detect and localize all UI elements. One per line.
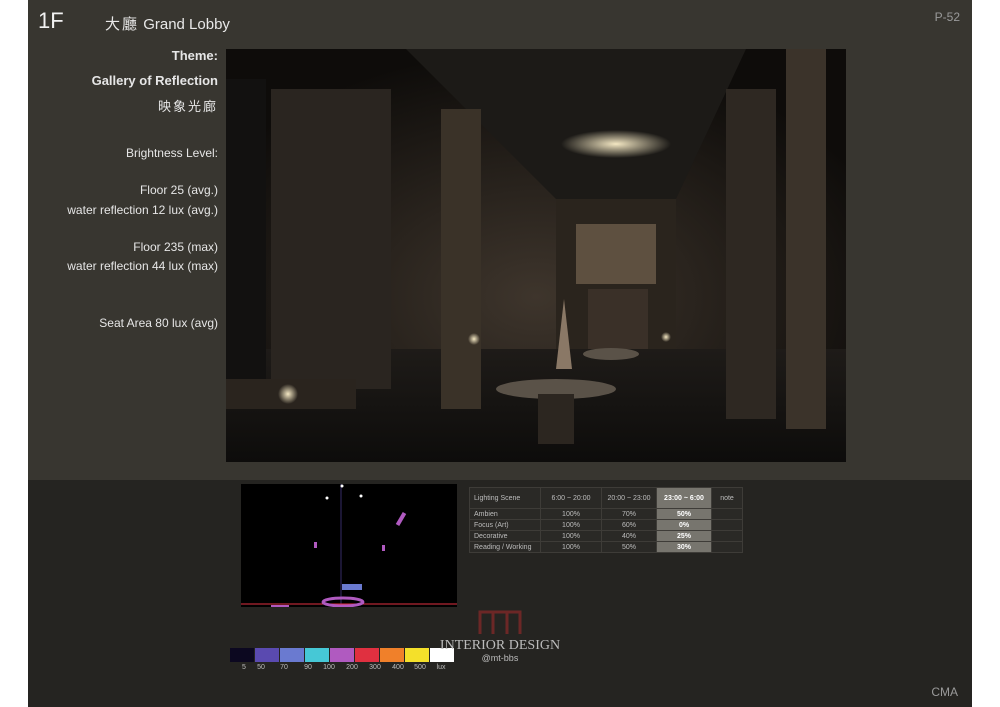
legend-swatch bbox=[255, 648, 279, 662]
water-max: water reflection 44 lux (max) bbox=[67, 259, 218, 273]
legend-swatch bbox=[330, 648, 354, 662]
table-cell-highlight: 50% bbox=[656, 508, 712, 520]
table-cell: 100% bbox=[540, 541, 602, 553]
brightness-label: Brightness Level: bbox=[125, 146, 218, 160]
table-cell: 100% bbox=[540, 519, 602, 531]
theme-label: Theme: bbox=[171, 48, 218, 63]
seat-area: Seat Area 80 lux (avg) bbox=[99, 316, 218, 330]
lux-distribution-map bbox=[241, 484, 457, 607]
legend-label: 100 bbox=[323, 664, 335, 671]
table-header-cell: 6:00 ~ 20:00 bbox=[540, 487, 602, 509]
table-row: Reading / Working 100% 50% 30% bbox=[469, 541, 743, 553]
lobby-rendering-image bbox=[226, 49, 846, 462]
table-cell: 100% bbox=[540, 508, 602, 520]
table-cell: Reading / Working bbox=[469, 541, 541, 553]
legend-label: 70 bbox=[280, 664, 288, 671]
table-cell bbox=[711, 508, 743, 520]
table-row: Decorative 100% 40% 25% bbox=[469, 530, 743, 542]
table-header-row: Lighting Scene 6:00 ~ 20:00 20:00 ~ 23:0… bbox=[469, 487, 743, 509]
table-cell-highlight: 25% bbox=[656, 530, 712, 542]
legend-label: lux bbox=[436, 664, 446, 671]
lighting-scene-table: Lighting Scene 6:00 ~ 20:00 20:00 ~ 23:0… bbox=[469, 487, 743, 553]
table-cell: 100% bbox=[540, 530, 602, 542]
presentation-page: 1F 大廳 Grand Lobby P-52 Theme: Gallery of… bbox=[28, 0, 972, 707]
legend-swatch bbox=[355, 648, 379, 662]
table-cell: 50% bbox=[601, 541, 657, 553]
table-header-cell: note bbox=[711, 487, 743, 509]
table-cell: Decorative bbox=[469, 530, 541, 542]
lobby-rendering bbox=[226, 49, 846, 462]
legend-swatch bbox=[230, 648, 254, 662]
table-cell bbox=[711, 541, 743, 553]
legend-swatch bbox=[380, 648, 404, 662]
brand-footer: CMA bbox=[931, 685, 958, 699]
table-cell: 60% bbox=[601, 519, 657, 531]
table-header-cell-highlight: 23:00 ~ 6:00 bbox=[656, 487, 712, 509]
table-cell: Focus (Art) bbox=[469, 519, 541, 531]
floor-avg: Floor 25 (avg.) bbox=[139, 183, 218, 197]
watermark-line1: INTERIOR DESIGN bbox=[439, 638, 561, 653]
theme-title: Gallery of Reflection bbox=[91, 73, 218, 88]
legend-swatch bbox=[305, 648, 329, 662]
water-avg: water reflection 12 lux (avg.) bbox=[67, 203, 218, 217]
theme-title-cn: 映象光廊 bbox=[157, 100, 218, 115]
legend-label: 50 bbox=[257, 664, 265, 671]
table-cell-highlight: 0% bbox=[656, 519, 712, 531]
legend-swatch bbox=[405, 648, 429, 662]
table-cell: Ambien bbox=[469, 508, 541, 520]
table-cell bbox=[711, 530, 743, 542]
legend-label: 400 bbox=[392, 664, 404, 671]
hall-title-en: Grand Lobby bbox=[143, 16, 230, 33]
table-row: Focus (Art) 100% 60% 0% bbox=[469, 519, 743, 531]
floor-max: Floor 235 (max) bbox=[133, 240, 218, 254]
table-cell-highlight: 30% bbox=[656, 541, 712, 553]
hall-title: 大廳 Grand Lobby bbox=[105, 13, 230, 34]
watermark: INTERIOR DESIGN @mt-bbs bbox=[430, 608, 570, 663]
table-cell bbox=[711, 519, 743, 531]
legend-label: 300 bbox=[369, 664, 381, 671]
legend-label: 200 bbox=[346, 664, 358, 671]
watermark-line2: @mt-bbs bbox=[481, 653, 519, 663]
floor-label: 1F bbox=[38, 8, 64, 33]
watermark-logo-icon bbox=[478, 610, 522, 634]
page-number: P-52 bbox=[934, 10, 960, 24]
hall-title-cn: 大廳 bbox=[105, 15, 140, 33]
table-header-cell: 20:00 ~ 23:00 bbox=[601, 487, 657, 509]
legend-swatch bbox=[280, 648, 304, 662]
lux-map-image bbox=[241, 484, 457, 607]
table-cell: 70% bbox=[601, 508, 657, 520]
table-cell: 40% bbox=[601, 530, 657, 542]
table-row: Ambien 100% 70% 50% bbox=[469, 508, 743, 520]
table-header-cell: Lighting Scene bbox=[469, 487, 541, 509]
